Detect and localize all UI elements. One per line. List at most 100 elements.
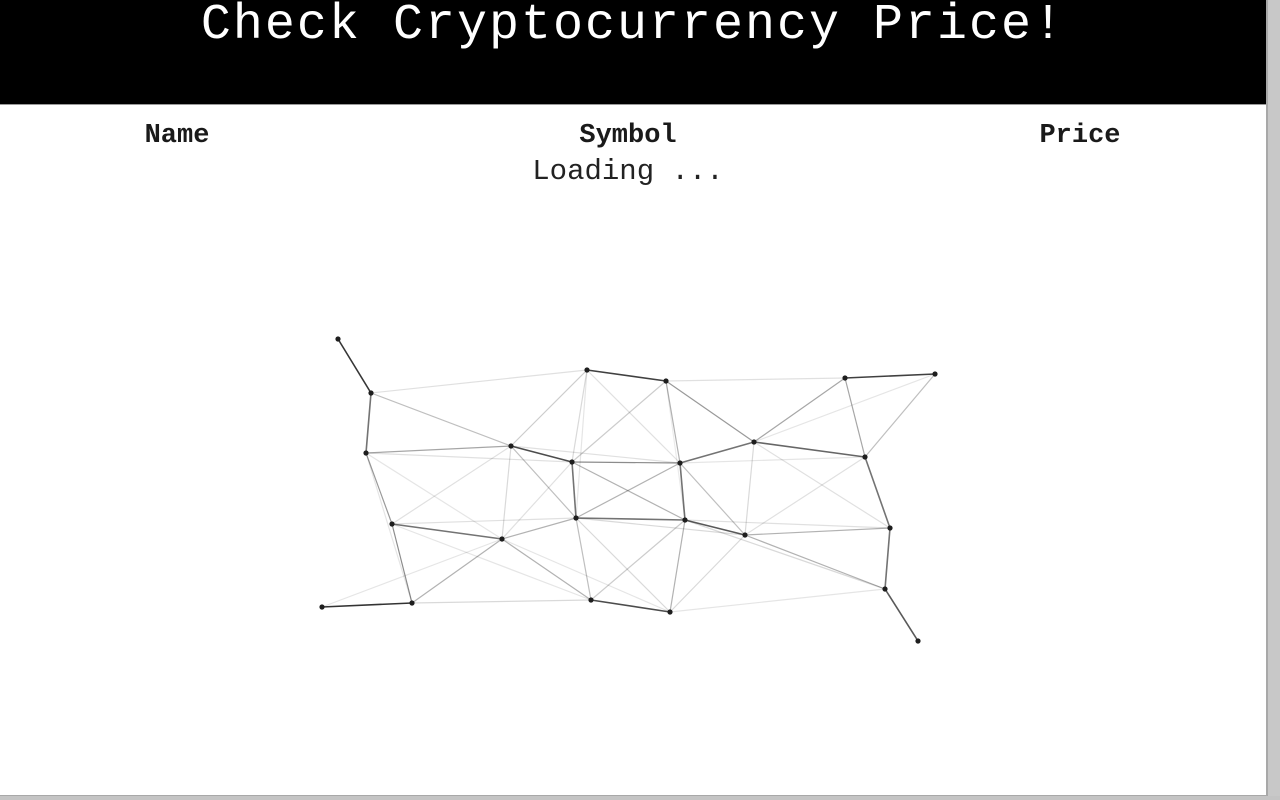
loader-edge bbox=[391, 517, 577, 525]
loader-edge bbox=[510, 445, 577, 519]
loader-node bbox=[682, 517, 688, 523]
loader-node bbox=[319, 604, 325, 610]
loader-edge bbox=[321, 538, 503, 608]
loader-edge bbox=[370, 392, 512, 447]
loader-edge bbox=[753, 373, 936, 443]
loader-node bbox=[569, 459, 575, 465]
loading-status: Loading ... bbox=[532, 155, 724, 188]
loader-edge bbox=[501, 461, 573, 540]
loader-edge bbox=[365, 452, 413, 604]
loader-edge bbox=[744, 527, 891, 536]
loader-edge bbox=[571, 461, 681, 464]
loader-edge bbox=[575, 517, 592, 601]
loader-node bbox=[862, 454, 868, 460]
loader-node bbox=[751, 439, 757, 445]
loader-edge bbox=[365, 392, 372, 454]
loader-edge bbox=[370, 369, 588, 394]
column-header-symbol: Symbol bbox=[579, 121, 677, 151]
table-header: Name Symbol Price bbox=[0, 120, 1266, 152]
loader-edge bbox=[391, 523, 592, 601]
loader-node bbox=[335, 336, 341, 342]
loader-edge bbox=[744, 456, 866, 536]
column-header-price: Price bbox=[1039, 121, 1121, 151]
loader-edge bbox=[571, 369, 588, 463]
loader-edge bbox=[665, 380, 686, 521]
loader-edge bbox=[321, 602, 413, 608]
loader-node bbox=[363, 450, 369, 456]
loader-edge bbox=[510, 445, 681, 464]
loader-edge bbox=[337, 338, 372, 394]
loader-edge bbox=[669, 534, 746, 613]
loader-edge bbox=[391, 523, 503, 540]
loader-edge bbox=[575, 462, 681, 519]
loader-edge bbox=[501, 517, 577, 540]
window-bottom-edge bbox=[0, 796, 1280, 800]
loader-node bbox=[409, 600, 415, 606]
loader-edge bbox=[571, 380, 667, 463]
loader-edge bbox=[844, 373, 936, 379]
loader-edge bbox=[391, 523, 413, 604]
loader-edge bbox=[864, 456, 891, 529]
loader-node bbox=[573, 515, 579, 521]
loader-edge bbox=[884, 588, 919, 642]
loader-edge bbox=[684, 519, 746, 536]
loader-node bbox=[584, 367, 590, 373]
loader-edge bbox=[679, 456, 866, 464]
loader-node bbox=[882, 586, 888, 592]
loader-edge bbox=[669, 519, 686, 613]
loader-node bbox=[915, 638, 921, 644]
loader-edge bbox=[665, 380, 755, 443]
loader-node bbox=[508, 443, 514, 449]
loader-edge bbox=[571, 461, 577, 519]
loader-edge bbox=[753, 441, 866, 458]
loader-edge bbox=[510, 445, 573, 463]
loader-edge bbox=[365, 452, 393, 525]
loader-node bbox=[742, 532, 748, 538]
loader-edge bbox=[744, 441, 755, 536]
loader-edge bbox=[586, 369, 681, 464]
loader-edge bbox=[391, 445, 512, 525]
loader-node bbox=[588, 597, 594, 603]
loader-edge bbox=[679, 441, 755, 464]
loader-edge bbox=[575, 517, 746, 536]
loader-node bbox=[842, 375, 848, 381]
loader-edge bbox=[684, 519, 886, 590]
loader-edge bbox=[575, 517, 686, 521]
loader-edge bbox=[510, 369, 588, 447]
loader-edge bbox=[844, 377, 866, 458]
loader-edge bbox=[665, 380, 681, 464]
loader-node bbox=[932, 371, 938, 377]
loader-edge bbox=[753, 441, 891, 529]
loader-node bbox=[667, 609, 673, 615]
loader-nodes bbox=[319, 336, 938, 644]
loader-edge bbox=[669, 588, 886, 613]
loader-edge bbox=[365, 445, 512, 454]
loader-edge bbox=[575, 369, 588, 519]
loader-edge bbox=[575, 517, 671, 613]
loader-node bbox=[368, 390, 374, 396]
loader-node bbox=[887, 525, 893, 531]
loader-edges bbox=[321, 338, 936, 642]
app-window: Check Cryptocurrency Price! Name Symbol … bbox=[0, 0, 1268, 797]
loader-edge bbox=[864, 373, 936, 458]
loader-edge bbox=[753, 377, 846, 443]
loader-edge bbox=[684, 519, 891, 529]
loader-node bbox=[677, 460, 683, 466]
loader-node bbox=[663, 378, 669, 384]
loader-edge bbox=[586, 369, 667, 382]
page-title: Check Cryptocurrency Price! bbox=[200, 0, 1066, 54]
column-header-name: Name bbox=[144, 121, 210, 151]
header-banner: Check Cryptocurrency Price! bbox=[0, 0, 1266, 105]
loader-edge bbox=[679, 462, 746, 536]
loader-edge bbox=[590, 599, 671, 613]
loader-edge bbox=[411, 599, 592, 604]
loader-edge bbox=[884, 527, 891, 590]
loader-edge bbox=[571, 461, 686, 521]
loader-edge bbox=[665, 377, 846, 382]
loader-edge bbox=[411, 538, 503, 604]
loader-edge bbox=[590, 519, 686, 601]
loader-node bbox=[499, 536, 505, 542]
loader-edge bbox=[501, 445, 512, 540]
loader-edge bbox=[365, 452, 503, 540]
loader-edge bbox=[501, 538, 671, 613]
